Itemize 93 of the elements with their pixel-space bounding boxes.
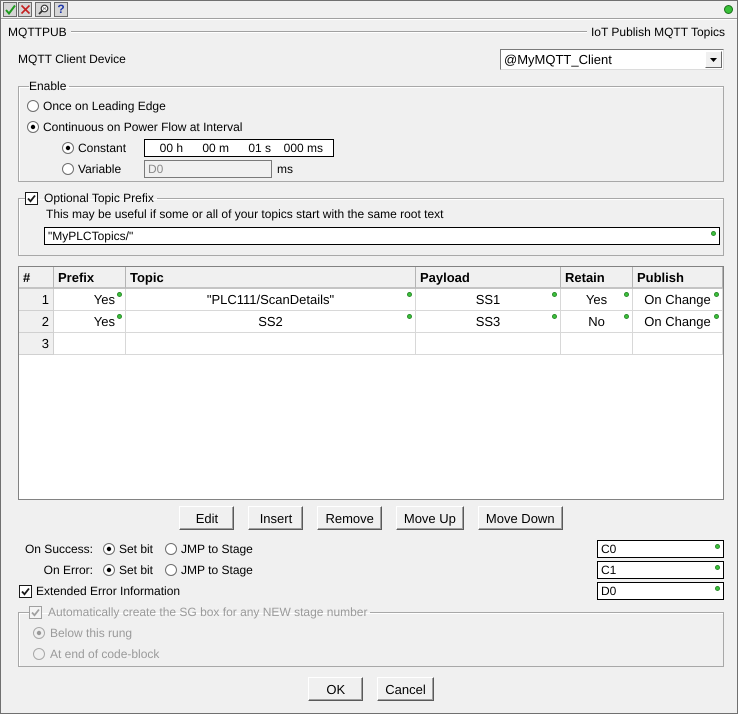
cancel-button[interactable] [18,2,32,17]
address-field[interactable]: C1 [597,561,724,579]
option-label: Constant [78,140,128,156]
address-field[interactable]: D0 [597,582,724,600]
option-label: Continuous on Power Flow at Interval [43,120,242,134]
option-label: Below this rung [50,626,132,640]
group-title: Enable [29,79,66,93]
table-cell: "PLC111/ScanDetails" [126,289,416,311]
status-dot-icon [407,292,412,297]
check-icon [4,4,16,15]
checkbox[interactable] [25,192,38,205]
checkbox-label: Automatically create the SG box for any NEW stage number [48,605,368,620]
option-label: JMP to Stage [181,562,253,578]
address-field[interactable]: C0 [597,540,724,558]
row-number: 1 [19,289,54,311]
radio-button[interactable] [27,100,39,112]
status-dot-icon [552,292,557,297]
interval-field[interactable]: 00 h 00 m 01 s 000 ms [144,139,334,157]
table-action-button[interactable]: Remove [317,506,382,530]
table-cell: Yes [561,289,633,311]
status-dot-icon [117,292,122,297]
option-label: Once on Leading Edge [43,98,166,114]
prefix-field[interactable]: "MyPLCTopics/" [44,227,720,245]
row-number: 2 [19,311,54,333]
status-dot-icon [711,231,716,236]
table-action-button[interactable]: Move Up [396,506,464,530]
field-label: On Error: [42,562,93,578]
table-cell: No [561,311,633,333]
table-cell [54,333,126,355]
column-header: Topic [126,267,416,289]
status-led-icon [724,5,733,14]
table-action-button[interactable]: Edit [179,506,234,530]
checkbox[interactable] [19,584,32,598]
checkbox-label: Optional Topic Prefix [44,191,154,206]
instruction-name: MQTTPUB [8,24,67,40]
close-icon [20,4,30,15]
table-cell: Yes [54,311,126,333]
radio-button[interactable] [103,543,115,555]
table-cell [561,333,633,355]
dropdown-arrow-button[interactable] [705,51,722,68]
column-header: # [19,267,54,289]
dialog-button[interactable]: Cancel [377,677,434,701]
status-dot-icon [117,314,122,319]
interval-part: 00 m [201,140,229,156]
option-label: At end of code-block [50,646,160,662]
interval-part: 01 s [247,140,271,156]
table-cell: Yes [54,289,126,311]
option-label: Set bit [119,542,154,556]
find-button[interactable] [35,2,51,17]
column-header: Payload [416,267,561,289]
radio-button[interactable] [165,543,178,555]
unit-label: ms [277,162,293,176]
interval-part: 000 ms [282,140,323,156]
table-action-button[interactable]: Move Down [478,506,563,530]
checkbox-label: Extended Error Information [36,584,180,598]
instruction-title: IoT Publish MQTT Topics [590,24,725,40]
caret-icon [710,58,717,62]
magnifier-icon [38,4,48,15]
dialog-button[interactable]: OK [308,677,364,701]
option-label: Variable [78,162,122,176]
column-header: Publish [633,267,723,289]
table-cell: On Change [633,311,723,333]
help-button[interactable]: ? [54,2,68,17]
status-dot-icon [624,292,629,297]
accept-button[interactable] [3,2,17,17]
status-dot-icon [714,314,719,319]
table-action-button[interactable]: Insert [248,506,304,530]
status-dot-icon [624,314,629,319]
column-header: Prefix [54,267,126,289]
option-label: JMP to Stage [181,542,253,556]
status-dot-icon [715,586,720,591]
status-dot-icon [714,292,719,297]
status-dot-icon [552,314,557,319]
option-label: Set bit [119,562,154,578]
table-cell: SS1 [416,289,561,311]
hint-text: This may be useful if some or all of your topics start with the same root text [46,207,444,222]
field-label: MQTT Client Device [18,52,126,67]
status-dot-icon [715,544,720,549]
radio-button[interactable] [62,163,74,175]
status-dot-icon [407,314,412,319]
status-dot-icon [715,565,720,570]
radio-button[interactable] [27,121,39,133]
table-cell: On Change [633,289,723,311]
table-cell: SS3 [416,311,561,333]
client-device-dropdown[interactable]: @MyMQTT_Client [500,49,724,70]
column-header: Retain [561,267,633,289]
radio-button[interactable] [62,142,74,154]
field-label: On Success: [24,542,93,556]
radio-button[interactable] [103,564,115,576]
radio-button[interactable] [165,564,178,576]
interval-part: 00 h [158,140,183,156]
table-cell: SS2 [126,311,416,333]
row-number: 3 [19,333,54,355]
